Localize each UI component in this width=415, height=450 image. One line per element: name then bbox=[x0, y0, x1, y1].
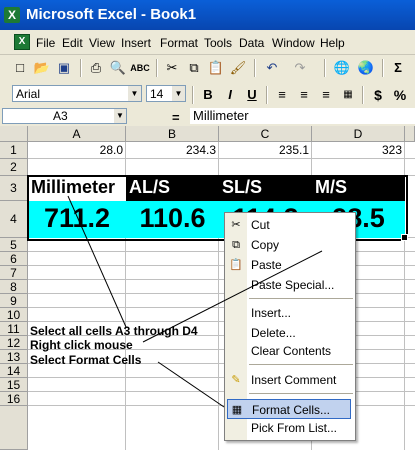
annotation-arrows bbox=[67, 195, 323, 408]
arrow-to-selection bbox=[67, 195, 127, 328]
arrow-to-right-click bbox=[142, 250, 323, 343]
arrow-to-format-cells bbox=[157, 361, 225, 408]
